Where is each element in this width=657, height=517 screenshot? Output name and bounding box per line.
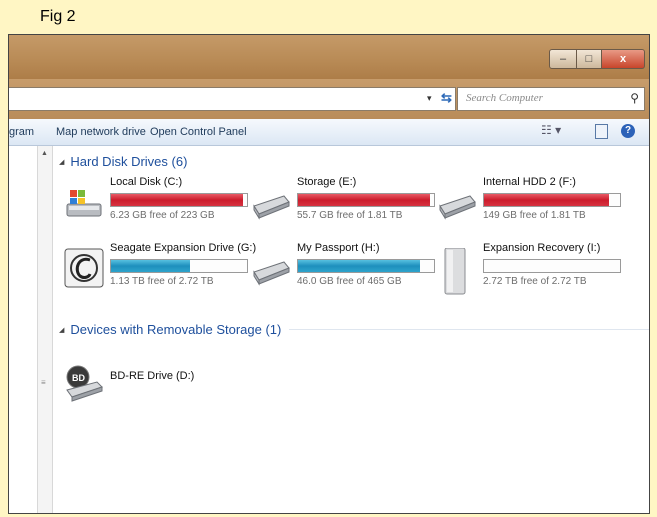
drive-name: Storage (E:) [297, 176, 357, 188]
group-divider [289, 329, 649, 330]
drive-free-space: 1.13 TB free of 2.72 TB [110, 276, 214, 287]
group-title: Hard Disk Drives (6) [70, 154, 188, 169]
usage-bar [297, 259, 435, 273]
drive-tile[interactable]: Storage (E:) 55.7 GB free of 1.81 TB [251, 176, 435, 232]
address-bar[interactable] [9, 87, 456, 111]
collapse-icon[interactable]: ◢ [59, 326, 64, 334]
drive-list: ▲ ≡ ◢ Hard Disk Drives (6) Local Disk (C… [9, 146, 649, 513]
usage-fill [484, 194, 610, 206]
drive-tile[interactable]: Seagate Expansion Drive (G:) 1.13 TB fre… [64, 242, 256, 298]
collapse-icon[interactable]: ◢ [59, 158, 64, 166]
drive-name: Expansion Recovery (I:) [483, 242, 601, 254]
drive-free-space: 2.72 TB free of 2.72 TB [483, 276, 587, 287]
navigation-pane-edge[interactable]: ▲ ≡ [37, 146, 53, 513]
drive-free-space: 46.0 GB free of 465 GB [297, 276, 402, 287]
preview-pane-icon[interactable] [595, 124, 608, 139]
drive-name: My Passport (H:) [297, 242, 380, 254]
drive-name: Seagate Expansion Drive (G:) [110, 242, 257, 254]
search-placeholder: Search Computer [466, 92, 543, 104]
refresh-icon[interactable]: ⇆ [441, 90, 452, 106]
windows-drive-icon [64, 182, 104, 222]
usage-bar [110, 193, 248, 207]
drive-tile[interactable]: My Passport (H:) 46.0 GB free of 465 GB [251, 242, 435, 298]
toolbar-map-network-drive[interactable]: Map network drive [56, 126, 146, 138]
drive-name: Local Disk (C:) [110, 176, 183, 188]
group-header-removable[interactable]: ◢ Devices with Removable Storage (1) [59, 322, 649, 337]
usage-fill [298, 194, 430, 206]
splitter-grip-icon[interactable]: ≡ [41, 378, 46, 387]
bd-drive-icon: BD [64, 364, 104, 404]
drive-name: Internal HDD 2 (F:) [483, 176, 576, 188]
usage-bar [110, 259, 248, 273]
group-title: Devices with Removable Storage (1) [70, 322, 282, 337]
external-drive-icon [437, 247, 477, 295]
explorer-window: – □ x ▾ ⇆ Search Computer ⚲ gram Map net… [8, 34, 650, 514]
group-header-hard-disks[interactable]: ◢ Hard Disk Drives (6) [59, 154, 187, 169]
toolbar-open-control-panel[interactable]: Open Control Panel [150, 126, 247, 138]
drive-free-space: 6.23 GB free of 223 GB [110, 210, 215, 221]
seagate-drive-icon [64, 248, 104, 288]
help-icon[interactable]: ? [621, 124, 635, 138]
usage-bar [483, 193, 621, 207]
hard-drive-icon [437, 182, 477, 222]
chevron-down-icon[interactable]: ▾ [427, 93, 432, 104]
drive-tile[interactable]: Expansion Recovery (I:) 2.72 TB free of … [437, 242, 621, 298]
drive-name: BD-RE Drive (D:) [110, 370, 195, 382]
drive-tile[interactable]: Internal HDD 2 (F:) 149 GB free of 1.81 … [437, 176, 621, 232]
address-row: ▾ ⇆ Search Computer ⚲ [9, 79, 649, 119]
window-controls: – □ x [549, 49, 645, 69]
views-icon[interactable]: ☷ ▾ [541, 123, 561, 137]
search-icon[interactable]: ⚲ [630, 91, 639, 105]
drive-free-space: 149 GB free of 1.81 TB [483, 210, 586, 221]
command-bar: gram Map network drive Open Control Pane… [9, 119, 649, 146]
title-bar: – □ x [9, 35, 649, 79]
usage-fill [111, 260, 190, 272]
hard-drive-icon [251, 182, 291, 222]
minimize-button[interactable]: – [549, 49, 577, 69]
close-button[interactable]: x [602, 49, 645, 69]
usage-bar [483, 259, 621, 273]
maximize-button[interactable]: □ [577, 49, 602, 69]
usage-bar [297, 193, 435, 207]
hard-drive-icon [251, 248, 291, 288]
drive-tile[interactable]: BD BD-RE Drive (D:) [64, 358, 244, 414]
scroll-up-icon[interactable]: ▲ [41, 150, 48, 157]
usage-fill [298, 260, 421, 272]
search-box[interactable]: Search Computer ⚲ [457, 87, 645, 111]
drive-tile[interactable]: Local Disk (C:) 6.23 GB free of 223 GB [64, 176, 248, 232]
toolbar-uninstall-program[interactable]: gram [9, 126, 34, 138]
drive-free-space: 55.7 GB free of 1.81 TB [297, 210, 403, 221]
figure-label: Fig 2 [40, 8, 76, 25]
svg-text:BD: BD [72, 373, 85, 383]
usage-fill [111, 194, 243, 206]
